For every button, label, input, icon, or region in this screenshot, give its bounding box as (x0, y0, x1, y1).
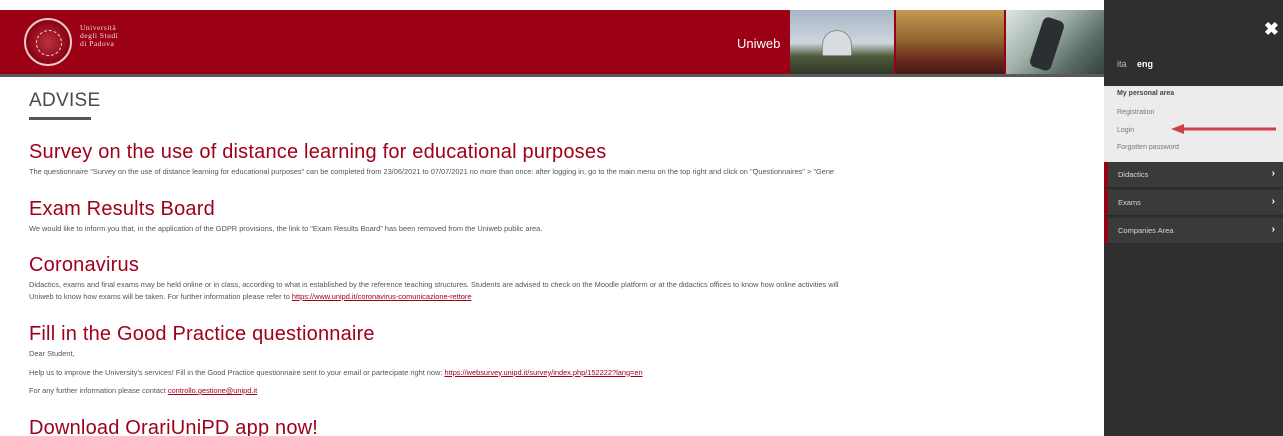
news-title: Download OrariUniPD app now! (29, 417, 319, 436)
news-text-part: For any further information please conta… (29, 386, 166, 395)
chevron-right-icon: › (1271, 168, 1275, 179)
news-item: Download OrariUniPD app now! (29, 417, 318, 436)
login-link[interactable]: Login (1117, 127, 1134, 134)
microscope-photo (1006, 10, 1104, 76)
university-name[interactable]: Università degli Studi di Padova (80, 24, 118, 48)
menu-item-label: Companies Area (1118, 226, 1174, 235)
forgotten-password-link[interactable]: Forgotten password (1117, 144, 1179, 151)
lang-eng-link[interactable]: eng (1137, 59, 1153, 69)
menu-item-companies-area[interactable]: Companies Area › (1104, 218, 1283, 244)
news-text-continued: Uniweb to know how exams will be taken. … (29, 291, 839, 303)
survey-link[interactable]: https://websurvey.unipd.it/survey/index.… (444, 368, 642, 377)
news-title: Survey on the use of distance learning f… (29, 141, 607, 163)
news-title: Coronavirus (29, 254, 140, 276)
close-icon[interactable]: ✖ (1264, 20, 1279, 38)
news-text: The questionnaire "Survey on the use of … (29, 167, 835, 176)
news-text-part: Help us to improve the University's serv… (29, 367, 443, 377)
registration-link[interactable]: Registration (1117, 109, 1154, 116)
title-underline (29, 117, 91, 120)
site-header: Università degli Studi di Padova Uniweb (0, 10, 1104, 76)
chevron-right-icon: › (1271, 196, 1275, 207)
annotation-arrow-icon (1171, 124, 1276, 134)
page-title: ADVISE (29, 90, 101, 111)
menu-item-label: Didactics (1118, 170, 1149, 179)
observatory-photo (790, 10, 894, 76)
app-name: Uniweb (737, 36, 781, 51)
coronavirus-link[interactable]: https://www.unipd.it/coronavirus-comunic… (292, 292, 472, 301)
language-switcher: ita eng (1117, 59, 1153, 69)
chevron-right-icon: › (1271, 224, 1275, 235)
side-menu-panel: ✖ ita eng My personal area Registration … (1104, 0, 1283, 436)
university-seal-logo[interactable] (24, 18, 72, 66)
news-item: Coronavirus Didactics, exams and final e… (29, 254, 839, 302)
news-text: We would like to inform you that, in the… (29, 224, 543, 233)
news-text-part: Uniweb to know how exams will be taken. … (29, 291, 290, 301)
contact-email-link[interactable]: controllo.gestione@unipd.it (168, 386, 257, 395)
menu-item-didactics[interactable]: Didactics › (1104, 162, 1283, 188)
menu-item-label: Exams (1118, 198, 1141, 207)
menu-item-exams[interactable]: Exams › (1104, 190, 1283, 216)
aula-magna-photo (896, 10, 1004, 76)
personal-area-title: My personal area (1117, 90, 1175, 97)
lang-ita-link[interactable]: ita (1117, 59, 1127, 69)
news-item: Survey on the use of distance learning f… (29, 141, 834, 178)
news-item: Fill in the Good Practice questionnaire … (29, 323, 643, 397)
news-text: Didactics, exams and final exams may be … (29, 280, 839, 289)
news-item: Exam Results Board We would like to info… (29, 198, 542, 235)
university-name-line: di Padova (80, 39, 115, 48)
news-text: Help us to improve the University's serv… (29, 367, 643, 379)
news-title: Fill in the Good Practice questionnaire (29, 323, 375, 345)
news-contact: For any further information please conta… (29, 385, 643, 397)
news-greeting: Dear Student, (29, 349, 75, 358)
header-divider (0, 74, 1104, 77)
news-title: Exam Results Board (29, 198, 215, 220)
